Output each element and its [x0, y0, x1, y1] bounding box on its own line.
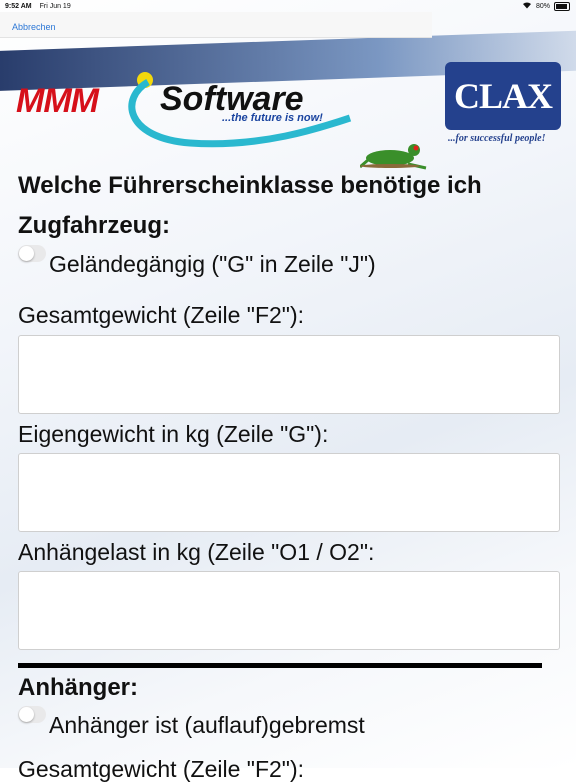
section-zugfahrzeug: Zugfahrzeug:	[18, 212, 170, 239]
battery-icon	[554, 1, 570, 11]
wifi-icon	[522, 1, 532, 11]
gelaendegaengig-row: Geländegängig ("G" in Zeile "J")	[18, 245, 376, 278]
gelaendegaengig-label: Geländegängig ("G" in Zeile "J")	[49, 251, 376, 277]
question-heading: Welche Führerscheinklasse benötige ich	[18, 172, 482, 199]
section-divider	[18, 663, 542, 668]
eigengewicht-field[interactable]	[18, 453, 560, 532]
eigengewicht-label: Eigengewicht in kg (Zeile "G"):	[18, 421, 329, 447]
cancel-button[interactable]: Abbrechen	[12, 22, 56, 32]
form-content: Welche Führerscheinklasse benötige ich Z…	[0, 0, 576, 782]
section-anhaenger: Anhänger:	[18, 674, 138, 701]
status-time: 9:52 AM	[5, 2, 32, 10]
status-date: Fri Jun 19	[39, 2, 71, 10]
anhaengelast-label: Anhängelast in kg (Zeile "O1 / O2":	[18, 539, 375, 565]
gelaendegaengig-toggle[interactable]	[18, 245, 46, 262]
next-field-label: Gesamtgewicht (Zeile "F2"):	[18, 756, 305, 782]
status-bar: 9:52 AM Fri Jun 19 80%	[0, 0, 576, 12]
gebremst-label: Anhänger ist (auflauf)gebremst	[49, 712, 365, 738]
status-right: 80%	[522, 0, 570, 12]
gesamtgewicht-label: Gesamtgewicht (Zeile "F2"):	[18, 302, 305, 328]
battery-percent: 80%	[535, 2, 550, 10]
gesamtgewicht-field[interactable]	[18, 335, 560, 414]
anhaengelast-field[interactable]	[18, 571, 560, 650]
gebremst-row: Anhänger ist (auflauf)gebremst	[18, 706, 365, 739]
gebremst-toggle[interactable]	[18, 706, 46, 723]
navigation-bar: Abbrechen	[0, 12, 432, 38]
